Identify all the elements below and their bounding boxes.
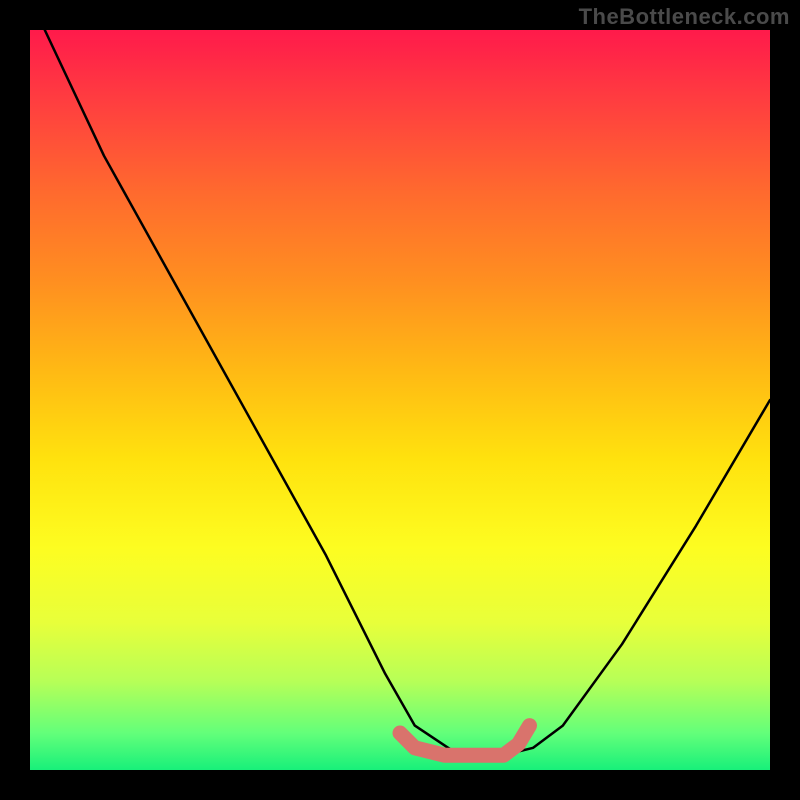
curve-svg [30,30,770,770]
bottleneck-curve-path [45,30,770,755]
chart-frame: TheBottleneck.com [0,0,800,800]
watermark-text: TheBottleneck.com [579,4,790,30]
plot-area [30,30,770,770]
